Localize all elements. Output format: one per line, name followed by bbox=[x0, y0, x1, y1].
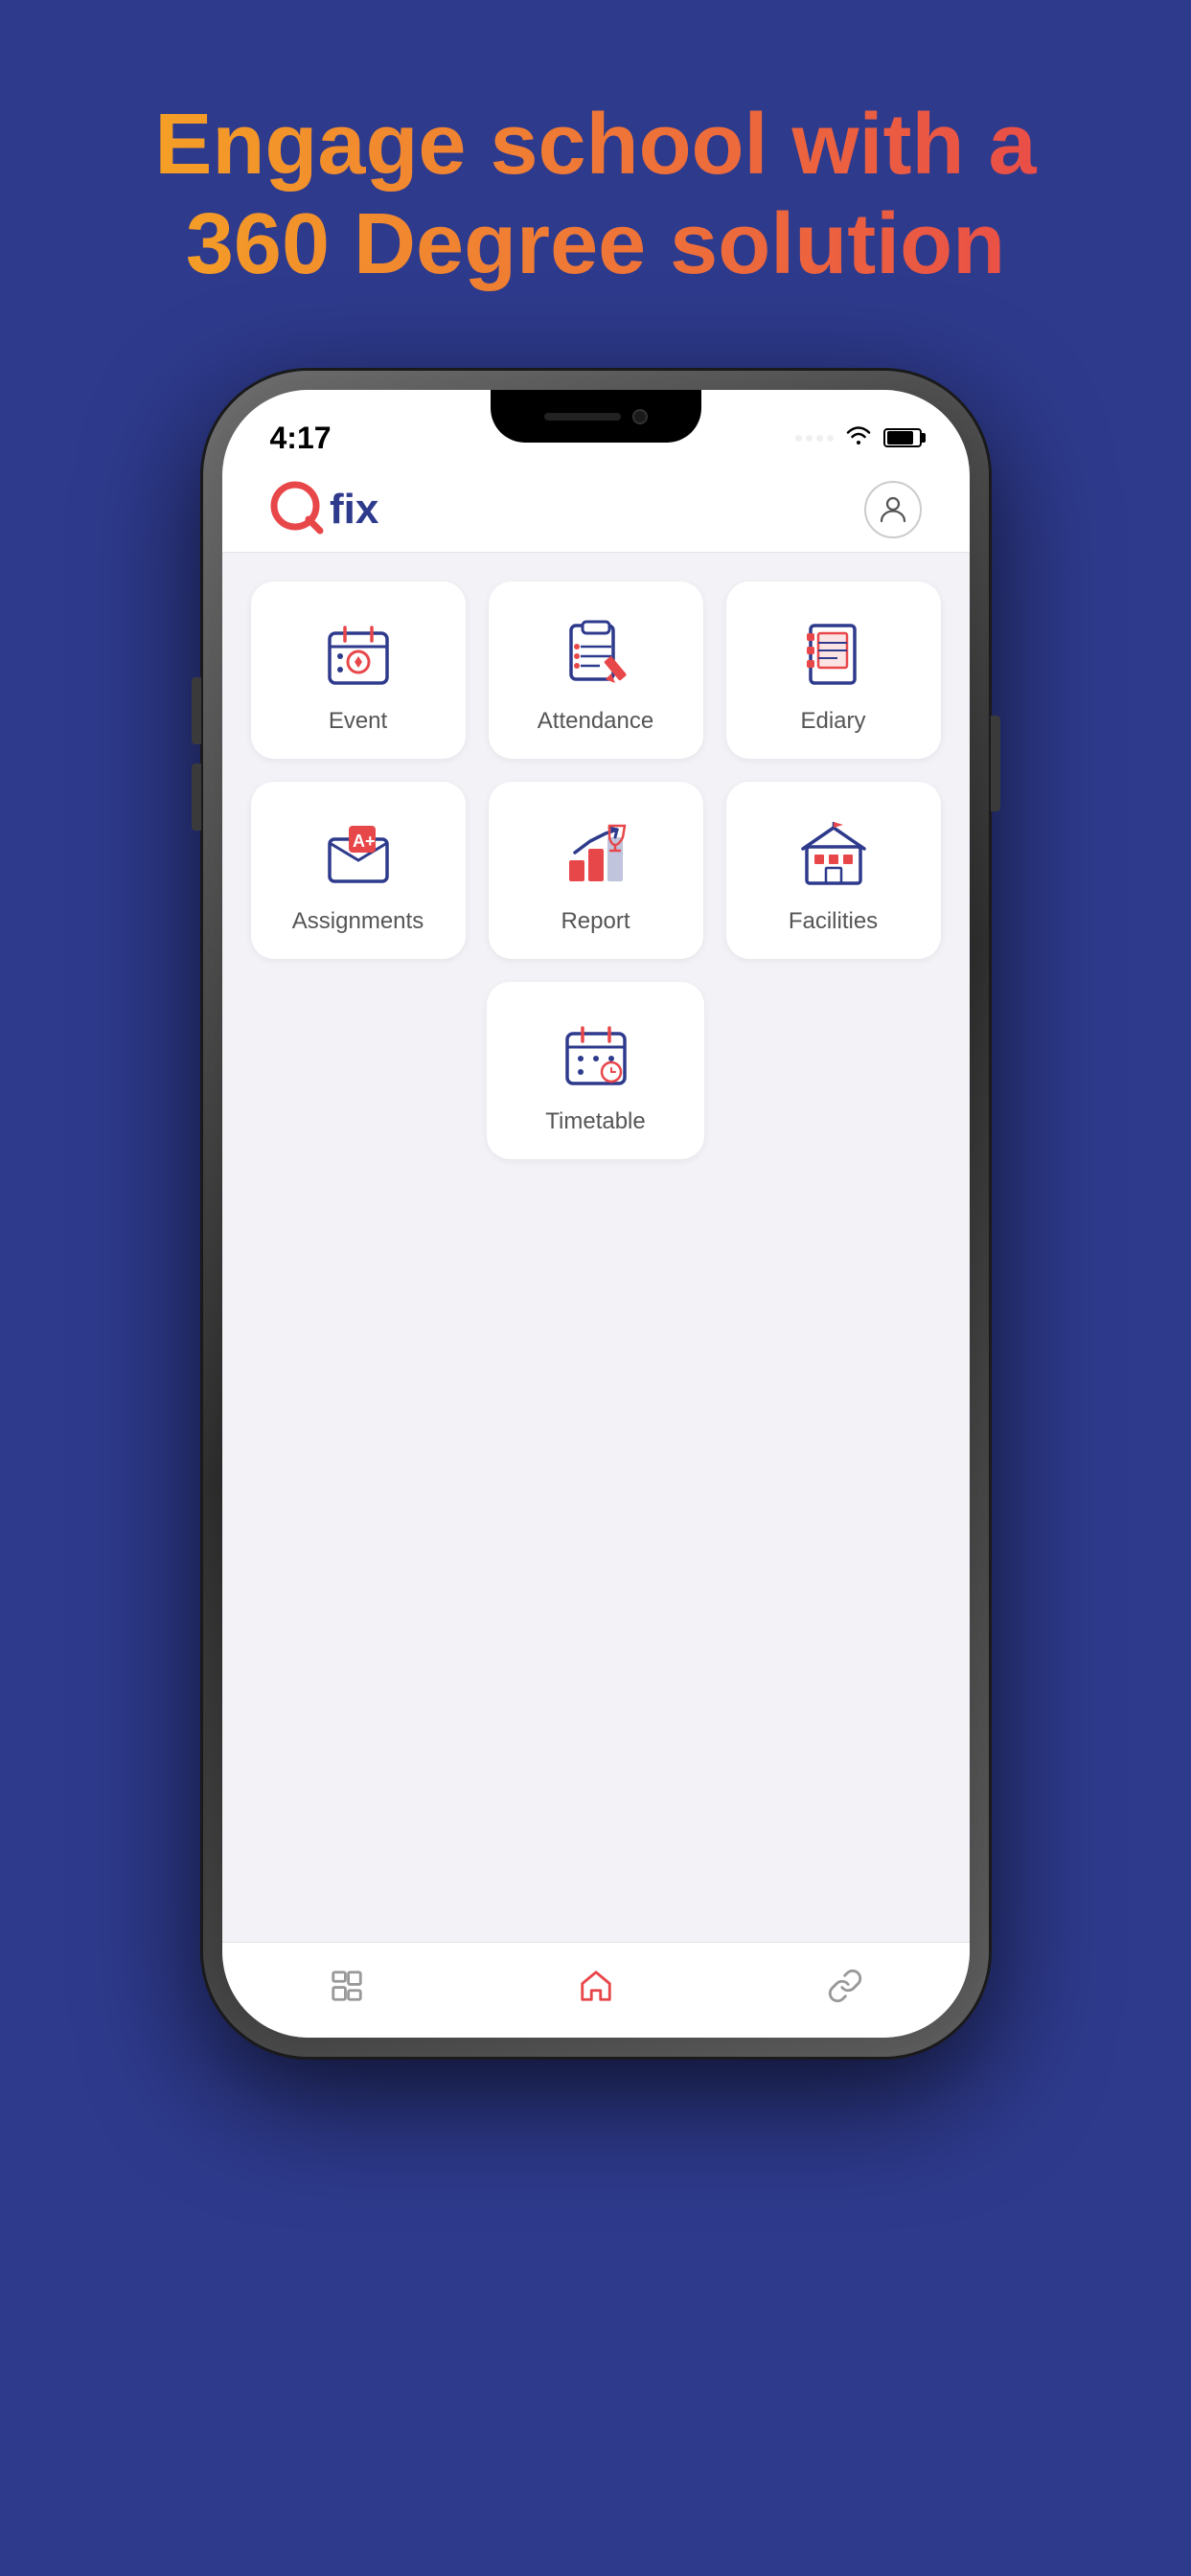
timetable-icon bbox=[558, 1016, 634, 1093]
ediary-icon bbox=[795, 616, 872, 693]
headline-section: Engage school with a 360 Degree solution bbox=[0, 0, 1191, 352]
event-label: Event bbox=[329, 708, 387, 735]
menu-item-report[interactable]: Report bbox=[489, 782, 703, 959]
app-content: Event bbox=[222, 553, 970, 1188]
app-header: fix bbox=[222, 467, 970, 553]
menu-item-attendance[interactable]: Attendance bbox=[489, 581, 703, 759]
event-icon bbox=[320, 616, 397, 693]
report-icon bbox=[558, 816, 634, 893]
profile-button[interactable] bbox=[864, 481, 922, 538]
nav-dashboard[interactable] bbox=[329, 1968, 365, 2004]
menu-item-timetable[interactable]: Timetable bbox=[487, 982, 705, 1159]
status-bar: 4:17 bbox=[222, 390, 970, 467]
notch-speaker bbox=[544, 413, 621, 421]
menu-item-event[interactable]: Event bbox=[251, 581, 466, 759]
assignments-label: Assignments bbox=[292, 908, 424, 935]
svg-text:A+: A+ bbox=[353, 832, 376, 851]
volume-up-button bbox=[192, 677, 201, 744]
attendance-icon bbox=[558, 616, 634, 693]
status-icons bbox=[795, 424, 922, 451]
logo: fix bbox=[270, 481, 385, 538]
facilities-label: Facilities bbox=[789, 908, 878, 935]
nav-links[interactable] bbox=[827, 1968, 863, 2004]
phone-screen: 4:17 bbox=[222, 390, 970, 2038]
qfix-logo: fix bbox=[270, 481, 385, 538]
menu-grid-row1: Event bbox=[251, 581, 941, 759]
nav-home[interactable] bbox=[578, 1968, 614, 2004]
phone-mockup: 4:17 bbox=[203, 371, 989, 2057]
assignments-icon: A+ bbox=[320, 816, 397, 893]
notch bbox=[491, 390, 701, 443]
menu-grid-row3: Timetable bbox=[251, 982, 941, 1159]
volume-down-button bbox=[192, 764, 201, 831]
timetable-label: Timetable bbox=[545, 1108, 645, 1135]
ediary-label: Ediary bbox=[800, 708, 865, 735]
status-time: 4:17 bbox=[270, 421, 332, 456]
battery-icon bbox=[883, 428, 922, 447]
phone-shell: 4:17 bbox=[203, 371, 989, 2057]
bottom-nav bbox=[222, 1942, 970, 2038]
headline-text: Engage school with a 360 Degree solution bbox=[77, 96, 1114, 294]
signal-icon bbox=[795, 435, 834, 442]
attendance-label: Attendance bbox=[538, 708, 653, 735]
notch-camera bbox=[632, 409, 648, 424]
menu-grid-row2: A+ Assignments bbox=[251, 782, 941, 959]
menu-item-assignments[interactable]: A+ Assignments bbox=[251, 782, 466, 959]
menu-item-ediary[interactable]: Ediary bbox=[726, 581, 941, 759]
svg-text:fix: fix bbox=[330, 486, 379, 533]
facilities-icon bbox=[795, 816, 872, 893]
power-button bbox=[991, 716, 1000, 811]
wifi-icon bbox=[845, 424, 872, 451]
report-label: Report bbox=[561, 908, 630, 935]
menu-item-facilities[interactable]: Facilities bbox=[726, 782, 941, 959]
